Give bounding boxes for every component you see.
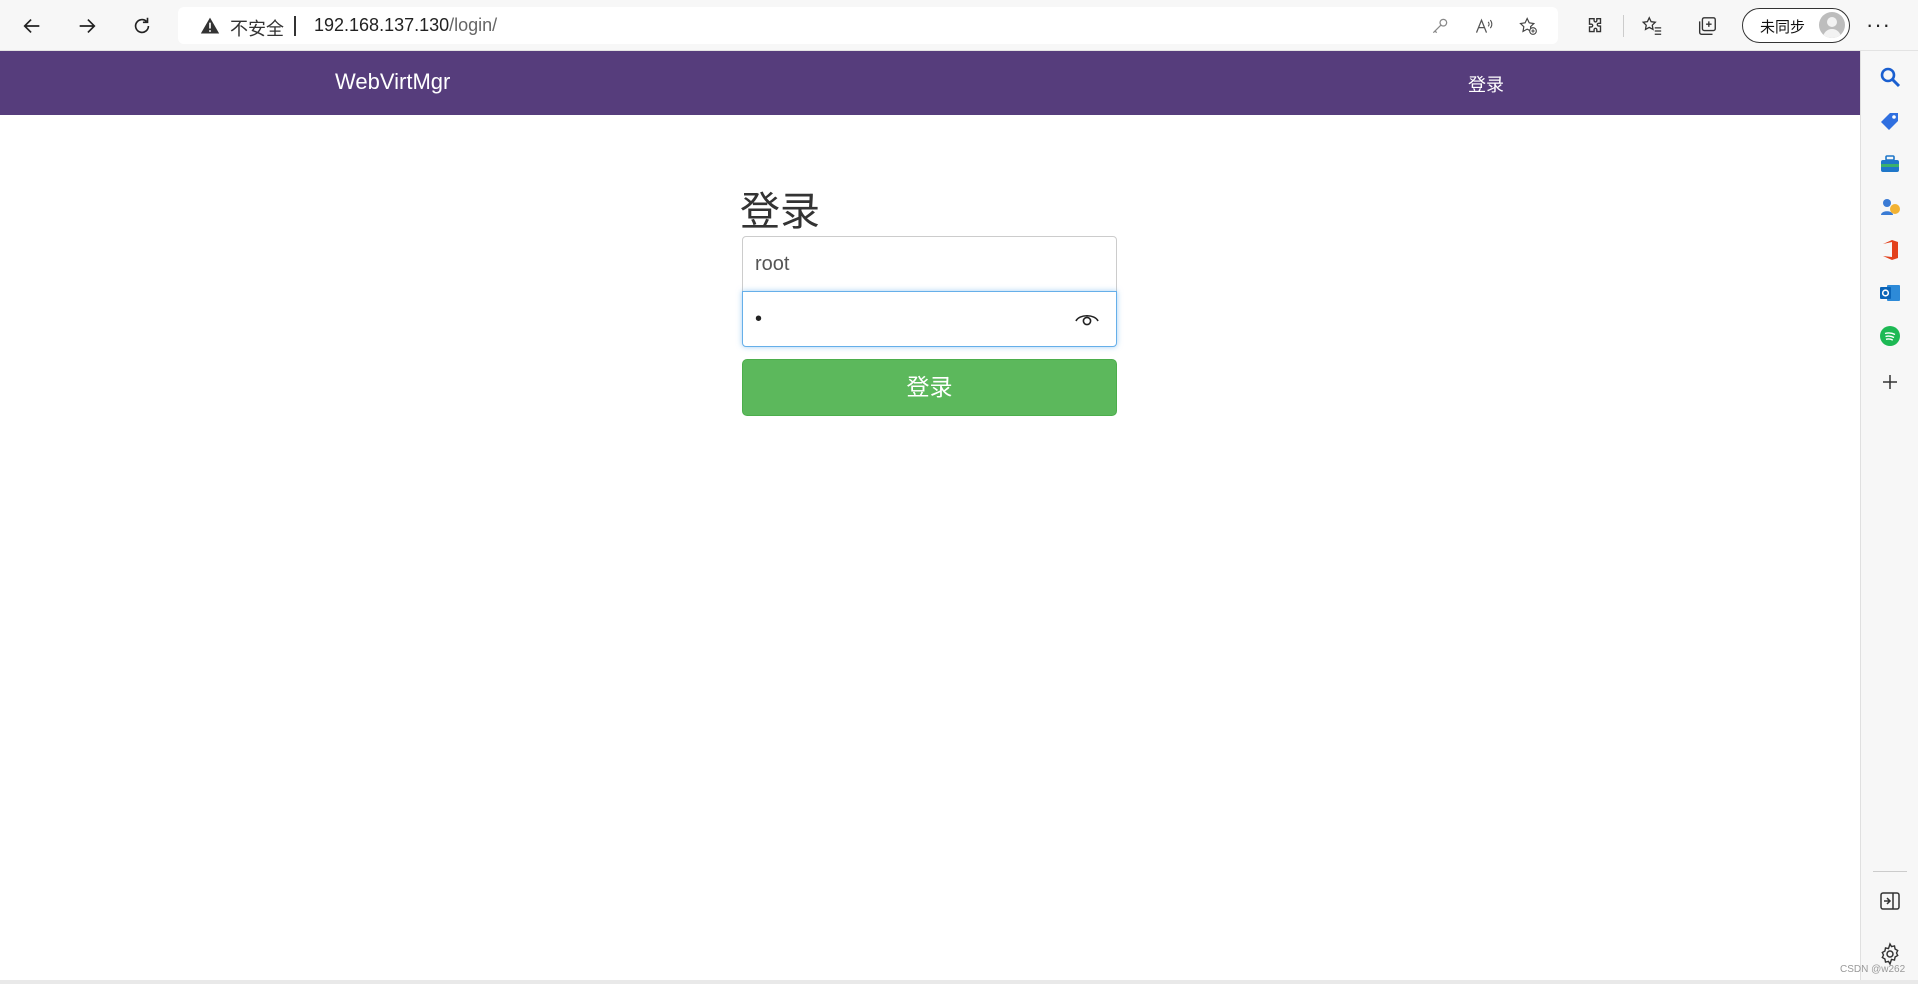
add-favorite-button[interactable] [1516,14,1540,38]
profile-button[interactable]: 未同步 [1742,8,1850,43]
puzzle-icon [1588,17,1602,33]
not-secure-label[interactable]: 不安全 [230,15,284,41]
refresh-button[interactable] [125,9,159,43]
address-bar[interactable]: 不安全 192.168.137.130/login/ [178,7,1558,44]
key-icon [1432,18,1448,34]
outlook-icon[interactable] [1877,280,1903,306]
favorites-button[interactable] [1635,9,1669,43]
split-screen-icon[interactable] [1877,888,1903,914]
avatar-icon [1819,12,1845,38]
favorites-icon [1641,16,1662,35]
refresh-icon [134,17,150,34]
extensions-button[interactable] [1578,9,1612,43]
url-path: /login/ [449,15,498,35]
search-icon[interactable] [1877,64,1903,90]
url-text[interactable]: 192.168.137.130/login/ [314,15,497,36]
profile-label: 未同步 [1760,19,1806,36]
top-navbar: WebVirtMgr 登录 [0,51,1860,115]
window-bottom-edge [0,980,1918,984]
show-password-eye-icon[interactable] [1074,309,1100,329]
watermark-text: CSDN @w262 [1840,964,1906,975]
shopping-tag-icon[interactable] [1877,108,1903,134]
nav-login-link[interactable]: 登录 [1468,71,1504,97]
office-icon[interactable] [1877,237,1903,263]
star-add-icon [1519,17,1537,35]
password-field[interactable]: • [742,291,1117,347]
games-icon[interactable] [1877,194,1903,220]
web-page: WebVirtMgr 登录 登录 root • 登录 [0,51,1860,980]
browser-toolbar: 不安全 192.168.137.130/login/ 未同步 ··· [0,0,1918,51]
login-title: 登录 [740,190,820,234]
password-mask: • [755,308,763,330]
collections-icon [1698,17,1716,35]
collections-button[interactable] [1690,9,1724,43]
address-divider [294,16,296,36]
password-key-button[interactable] [1428,14,1452,38]
url-host: 192.168.137.130 [314,15,450,35]
read-aloud-button[interactable] [1472,14,1496,38]
sidebar-divider [1873,871,1907,872]
back-button[interactable] [15,9,49,43]
toolbox-icon[interactable] [1877,151,1903,177]
forward-button[interactable] [70,9,104,43]
read-aloud-icon [1475,18,1493,33]
login-submit-button[interactable]: 登录 [742,359,1117,416]
back-arrow-icon [23,18,40,34]
toolbar-divider [1623,15,1624,37]
add-icon[interactable] [1877,369,1903,395]
username-field[interactable]: root [742,236,1117,292]
spotify-icon[interactable] [1877,323,1903,349]
brand-link[interactable]: WebVirtMgr [335,69,450,95]
edge-sidebar [1860,51,1918,980]
forward-arrow-icon [79,18,96,34]
more-menu-button[interactable]: ··· [1866,12,1891,38]
warning-icon[interactable] [200,16,220,36]
